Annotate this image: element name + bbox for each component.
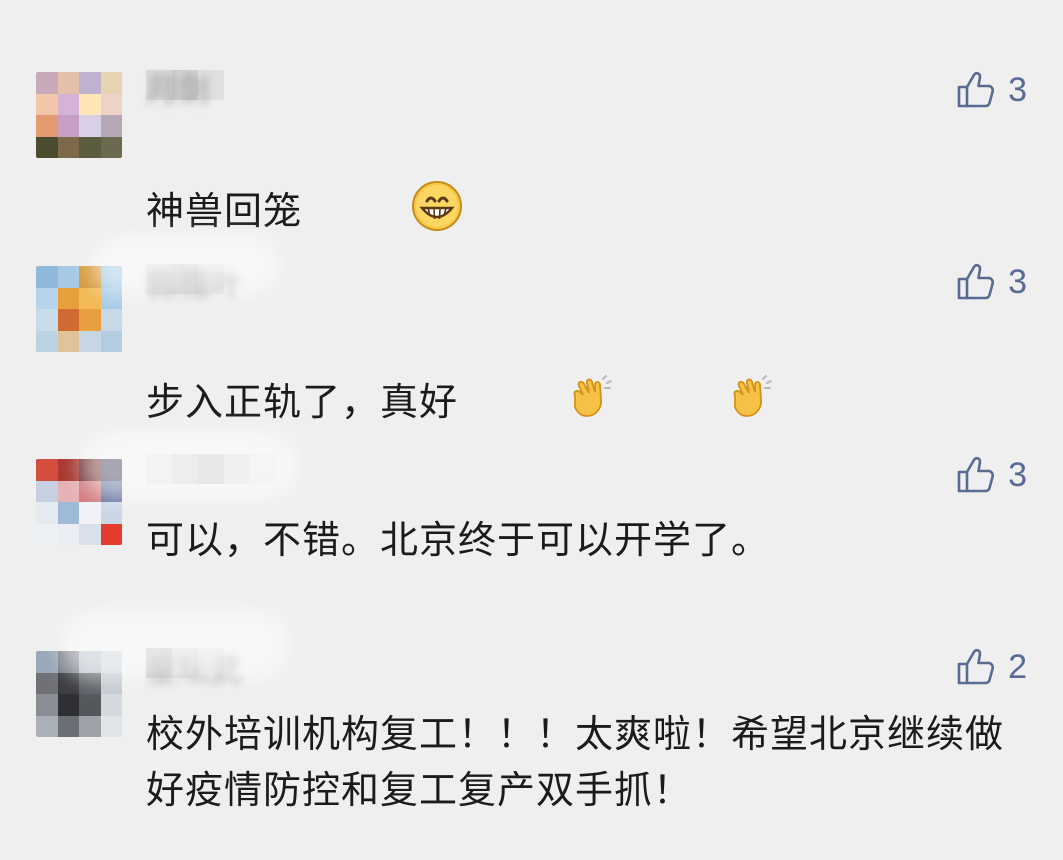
avatar-pixel	[57, 459, 80, 481]
like-count: 3	[1008, 71, 1027, 109]
avatar-pixel	[36, 651, 58, 673]
avatar-pixel	[57, 93, 80, 116]
avatar-pixel	[57, 651, 80, 673]
thumbs-up-icon	[956, 455, 996, 495]
mosaic-block	[250, 454, 276, 484]
avatar-pixel	[79, 459, 101, 481]
avatar-pixel	[57, 523, 80, 545]
avatar-pixel	[36, 480, 58, 503]
avatar-pixel	[79, 115, 101, 137]
avatar-pixel	[79, 651, 101, 673]
author-name[interactable]: 微槐叶	[146, 266, 242, 302]
avatar-pixel	[36, 330, 58, 352]
avatar[interactable]	[36, 266, 122, 352]
avatar-pixel	[79, 523, 101, 545]
avatar-pixel	[79, 715, 101, 737]
avatar-pixel	[79, 93, 101, 116]
avatar-pixel	[100, 136, 122, 158]
avatar-pixel	[79, 136, 101, 158]
avatar-pixel	[79, 266, 101, 288]
avatar-pixel	[57, 694, 80, 716]
comment-list: 月剑 神兽回笼 3 微槐叶 步入正轨了，真好 3 可以，不错。北京终于可以开学了…	[0, 0, 1063, 860]
avatar-pixel	[36, 93, 58, 116]
avatar-pixel	[36, 309, 58, 331]
avatar-pixel	[57, 136, 80, 158]
avatar-pixel	[36, 287, 58, 310]
comment-text: 校外培训机构复工！！！太爽啦！希望北京继续做好疫情防控和复工复产双手抓！	[146, 706, 1006, 818]
comment-text-content: 可以，不错。北京终于可以开学了。	[146, 518, 771, 562]
author-name[interactable]: 月剑	[146, 72, 210, 108]
avatar-pixel	[100, 694, 122, 716]
avatar-pixel	[100, 459, 122, 481]
avatar-pixel	[100, 672, 122, 695]
avatar-pixel	[79, 480, 101, 503]
avatar-pixel	[36, 72, 58, 94]
avatar-pixel	[100, 115, 122, 137]
avatar-pixel	[36, 459, 58, 481]
author-name[interactable]: 星坛武	[146, 652, 242, 688]
avatar-pixel	[36, 715, 58, 737]
avatar-pixel	[100, 72, 122, 94]
avatar-pixel	[57, 480, 80, 503]
clapping-hands-emoji	[623, 318, 774, 491]
avatar[interactable]	[36, 72, 122, 158]
thumbs-up-icon	[956, 262, 996, 302]
avatar-pixel	[100, 330, 122, 352]
avatar-pixel	[36, 523, 58, 545]
avatar-pixel	[57, 287, 80, 310]
comment-text: 神兽回笼	[146, 124, 1026, 303]
comment-text-content: 校外培训机构复工！！！太爽啦！希望北京继续做好疫情防控和复工复产双手抓！	[146, 712, 1005, 812]
thumbs-up-icon	[956, 70, 996, 110]
like-button[interactable]: 3	[956, 262, 1027, 302]
avatar-pixel	[57, 502, 80, 524]
comment-text-content: 步入正轨了，真好	[146, 380, 459, 424]
avatar-pixel	[57, 266, 80, 288]
avatar-pixel	[100, 480, 122, 503]
avatar-pixel	[100, 502, 122, 524]
clapping-hands-emoji	[462, 318, 613, 491]
avatar-pixel	[57, 715, 80, 737]
avatar-pixel	[79, 309, 101, 331]
avatar-pixel	[57, 309, 80, 331]
avatar-pixel	[36, 694, 58, 716]
avatar-pixel	[100, 309, 122, 331]
mosaic-block	[224, 454, 250, 484]
avatar-pixel	[36, 136, 58, 158]
avatar[interactable]	[36, 459, 122, 545]
avatar-pixel	[79, 330, 101, 352]
comment-text-content: 神兽回笼	[146, 189, 303, 233]
avatar-pixel	[100, 715, 122, 737]
like-count: 2	[1008, 648, 1027, 686]
grinning-face-emoji	[306, 124, 463, 303]
avatar-pixel	[36, 266, 58, 288]
like-button[interactable]: 3	[956, 70, 1027, 110]
avatar-pixel	[57, 330, 80, 352]
like-count: 3	[1008, 456, 1027, 494]
avatar-pixel	[100, 93, 122, 116]
avatar-pixel	[57, 672, 80, 695]
avatar-pixel	[57, 72, 80, 94]
avatar-pixel	[100, 651, 122, 673]
avatar[interactable]	[36, 651, 122, 737]
like-button[interactable]: 2	[956, 647, 1027, 687]
avatar-pixel	[79, 502, 101, 524]
avatar-pixel	[79, 72, 101, 94]
thumbs-up-icon	[956, 647, 996, 687]
like-button[interactable]: 3	[956, 455, 1027, 495]
avatar-pixel	[36, 502, 58, 524]
avatar-pixel	[100, 266, 122, 288]
like-count: 3	[1008, 263, 1027, 301]
avatar-pixel	[100, 287, 122, 310]
avatar-pixel	[79, 672, 101, 695]
avatar-pixel	[100, 523, 122, 545]
avatar-pixel	[79, 694, 101, 716]
avatar-pixel	[36, 115, 58, 137]
avatar-pixel	[57, 115, 80, 137]
avatar-pixel	[36, 672, 58, 695]
avatar-pixel	[79, 287, 101, 310]
comment-text: 步入正轨了，真好	[146, 318, 1026, 491]
comment-text: 可以，不错。北京终于可以开学了。	[146, 512, 1026, 568]
